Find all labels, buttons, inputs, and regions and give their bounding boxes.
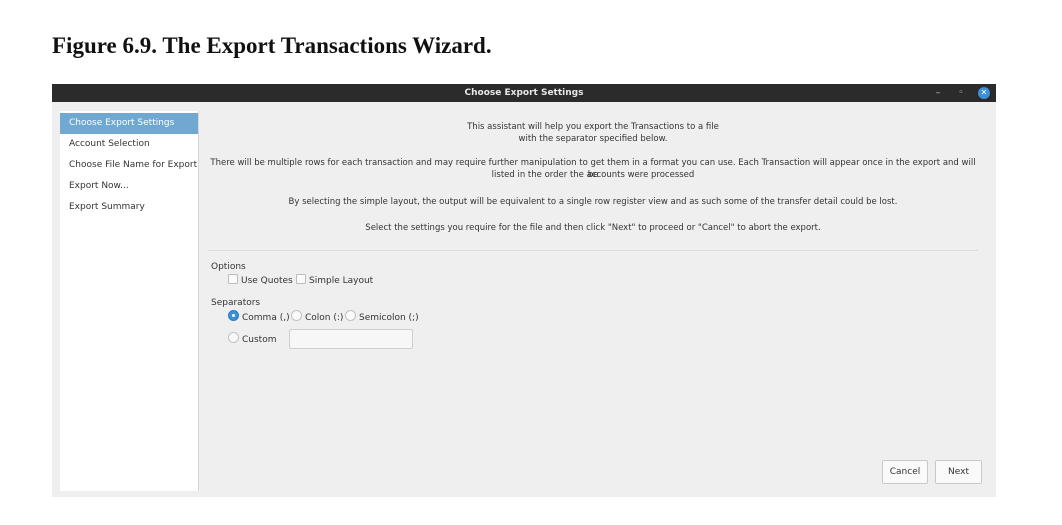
cropped-text-strip xyxy=(0,0,1062,8)
window-title: Choose Export Settings xyxy=(464,88,584,98)
colon-radio[interactable]: Colon (:) xyxy=(291,310,343,324)
colon-label: Colon (:) xyxy=(305,313,344,323)
figure-caption: Figure 6.9. The Export Transactions Wiza… xyxy=(52,33,492,58)
custom-radio-indicator[interactable] xyxy=(228,332,239,343)
sidebar-item-export-summary[interactable]: Export Summary xyxy=(60,197,198,218)
export-wizard-window: Choose Export Settings – ◦ ✕ Choose Expo… xyxy=(52,84,996,497)
semicolon-radio[interactable]: Semicolon (;) xyxy=(345,310,419,324)
intro-line-1a: This assistant will help you export the … xyxy=(467,122,719,132)
colon-radio-indicator[interactable] xyxy=(291,310,302,321)
intro-line-2b: listed in the order the accounts were pr… xyxy=(491,170,695,180)
simple-layout-checkbox-box[interactable] xyxy=(296,274,306,284)
intro-line-1b: with the separator specified below. xyxy=(518,134,668,144)
use-quotes-checkbox-box[interactable] xyxy=(228,274,238,284)
sidebar-item-choose-export-settings[interactable]: Choose Export Settings xyxy=(60,113,198,134)
semicolon-radio-indicator[interactable] xyxy=(345,310,356,321)
simple-layout-checkbox[interactable]: Simple Layout xyxy=(296,274,373,288)
sidebar-item-choose-file-name[interactable]: Choose File Name for Export xyxy=(60,155,198,176)
sidebar-item-export-now[interactable]: Export Now... xyxy=(60,176,198,197)
intro-line-3: By selecting the simple layout, the outp… xyxy=(288,197,898,207)
section-divider xyxy=(208,250,978,251)
simple-layout-label: Simple Layout xyxy=(309,276,374,286)
maximize-icon[interactable]: ◦ xyxy=(955,87,967,99)
cancel-button[interactable]: Cancel xyxy=(882,460,928,484)
semicolon-label: Semicolon (;) xyxy=(359,313,419,323)
comma-radio[interactable]: Comma (,) xyxy=(228,310,290,324)
options-group-label: Options xyxy=(211,262,246,272)
use-quotes-label: Use Quotes xyxy=(241,276,293,286)
custom-radio[interactable]: Custom xyxy=(228,332,276,346)
wizard-steps-sidebar: Choose Export Settings Account Selection… xyxy=(60,111,199,491)
next-button[interactable]: Next xyxy=(935,460,982,484)
separators-group-label: Separators xyxy=(211,298,261,308)
comma-label: Comma (,) xyxy=(242,313,290,323)
custom-separator-input[interactable] xyxy=(289,329,413,349)
window-titlebar[interactable]: Choose Export Settings – ◦ ✕ xyxy=(52,84,996,102)
close-icon[interactable]: ✕ xyxy=(978,87,990,99)
use-quotes-checkbox[interactable]: Use Quotes xyxy=(228,274,293,288)
intro-line-4: Select the settings you require for the … xyxy=(365,223,821,233)
sidebar-item-account-selection[interactable]: Account Selection xyxy=(60,134,198,155)
minimize-icon[interactable]: – xyxy=(932,87,944,99)
wizard-page-content: This assistant will help you export the … xyxy=(198,111,996,491)
comma-radio-indicator[interactable] xyxy=(228,310,239,321)
custom-label: Custom xyxy=(242,335,277,345)
